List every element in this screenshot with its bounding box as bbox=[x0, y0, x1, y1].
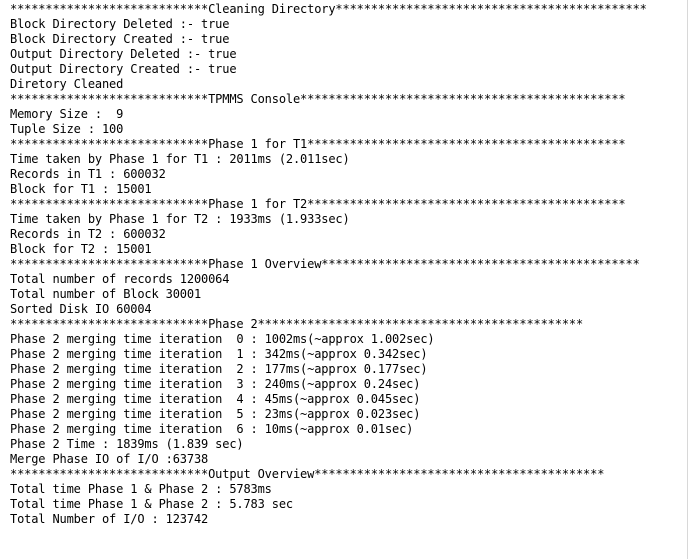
console-line: Block Directory Deleted :- true bbox=[10, 17, 230, 31]
console-line: Phase 2 merging time iteration 1 : 342ms… bbox=[10, 347, 428, 361]
console-line: Total time Phase 1 & Phase 2 : 5783ms bbox=[10, 482, 272, 496]
console-lines: ****************************Cleaning Dir… bbox=[10, 2, 647, 527]
console-line: Diretory Cleaned bbox=[10, 77, 124, 91]
banner-tpmms-console: ****************************TPMMS Consol… bbox=[10, 92, 626, 106]
console-line: Phase 2 merging time iteration 2 : 177ms… bbox=[10, 362, 428, 376]
console-line: Sorted Disk IO 60004 bbox=[10, 302, 152, 316]
console-line: Tuple Size : 100 bbox=[10, 122, 124, 136]
console-line: Block for T1 : 15001 bbox=[10, 182, 152, 196]
console-line: Time taken by Phase 1 for T2 : 1933ms (1… bbox=[10, 212, 350, 226]
console-line: Merge Phase IO of I/O :63738 bbox=[10, 452, 209, 466]
console-line: Phase 2 merging time iteration 6 : 10ms(… bbox=[10, 422, 414, 436]
banner-phase1-overview: ****************************Phase 1 Over… bbox=[10, 257, 640, 271]
console-line: Output Directory Deleted :- true bbox=[10, 47, 237, 61]
banner-cleaning-directory: ****************************Cleaning Dir… bbox=[10, 2, 647, 16]
console-line: Total Number of I/O : 123742 bbox=[10, 512, 209, 526]
banner-phase1-t2: ****************************Phase 1 for … bbox=[10, 197, 626, 211]
console-line: Time taken by Phase 1 for T1 : 2011ms (2… bbox=[10, 152, 350, 166]
console-line: Block for T2 : 15001 bbox=[10, 242, 152, 256]
console-output-panel: ****************************Cleaning Dir… bbox=[0, 0, 688, 559]
console-line: Phase 2 merging time iteration 0 : 1002m… bbox=[10, 332, 435, 346]
console-line: Phase 2 Time : 1839ms (1.839 sec) bbox=[10, 437, 244, 451]
console-line: Records in T2 : 600032 bbox=[10, 227, 166, 241]
console-line: Total number of records 1200064 bbox=[10, 272, 230, 286]
banner-output-overview: ****************************Output Overv… bbox=[10, 467, 605, 481]
console-line: Total number of Block 30001 bbox=[10, 287, 202, 301]
banner-phase1-t1: ****************************Phase 1 for … bbox=[10, 137, 626, 151]
console-line: Total time Phase 1 & Phase 2 : 5.783 sec bbox=[10, 497, 293, 511]
console-line: Memory Size : 9 bbox=[10, 107, 124, 121]
console-line: Phase 2 merging time iteration 3 : 240ms… bbox=[10, 377, 421, 391]
console-line: Phase 2 merging time iteration 4 : 45ms(… bbox=[10, 392, 421, 406]
banner-phase2: ****************************Phase 2*****… bbox=[10, 317, 584, 331]
console-line: Block Directory Created :- true bbox=[10, 32, 230, 46]
console-line: Phase 2 merging time iteration 5 : 23ms(… bbox=[10, 407, 421, 421]
console-line: Records in T1 : 600032 bbox=[10, 167, 166, 181]
console-line: Output Directory Created :- true bbox=[10, 62, 237, 76]
